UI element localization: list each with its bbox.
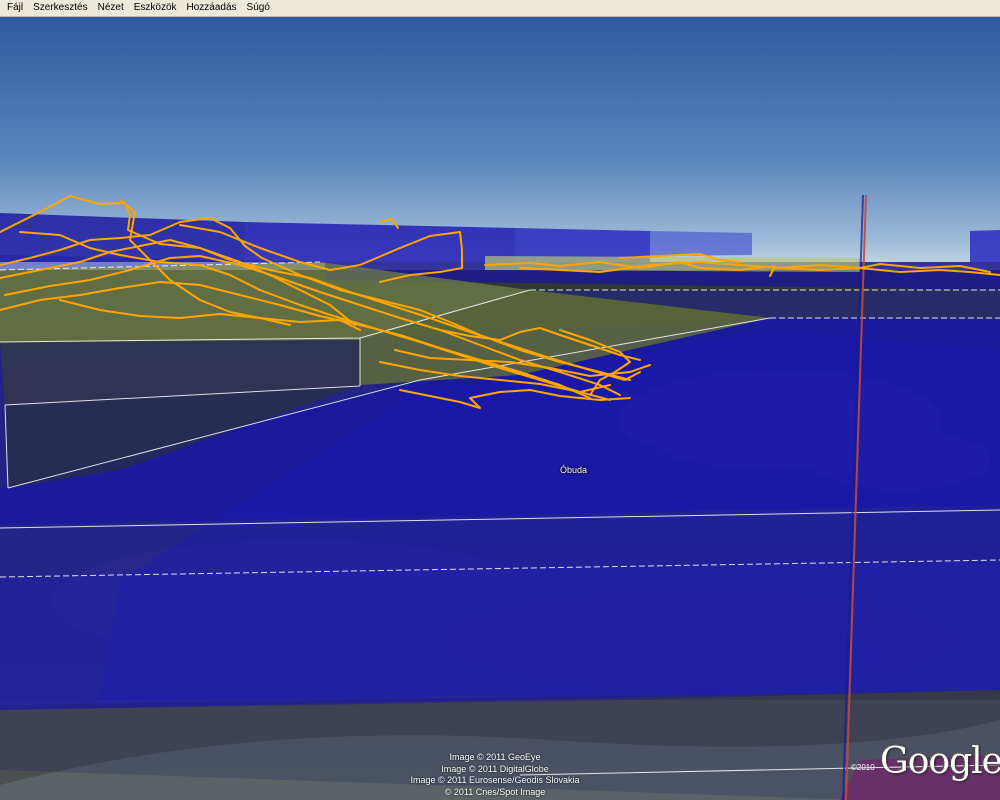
menu-edit[interactable]: Szerkesztés bbox=[29, 0, 91, 16]
credit-line: Image © 2011 Eurosense/Geodis Slovakia bbox=[410, 775, 580, 785]
credit-line: Image © 2011 GeoEye bbox=[449, 752, 541, 762]
map-viewport[interactable]: Óbuda bbox=[0, 17, 1000, 800]
place-label-obuda: Óbuda bbox=[560, 465, 588, 475]
menu-file[interactable]: Fájl bbox=[3, 0, 27, 16]
menu-view[interactable]: Nézet bbox=[94, 0, 128, 16]
copyright-year: ©2010 bbox=[851, 763, 875, 772]
map-scene[interactable] bbox=[0, 17, 1000, 800]
imagery-credits: Image © 2011 GeoEye Image © 2011 Digital… bbox=[380, 752, 610, 798]
menu-help[interactable]: Súgó bbox=[243, 0, 274, 16]
menu-bar: Fájl Szerkesztés Nézet Eszközök Hozzáadá… bbox=[0, 0, 1000, 17]
google-logo: Google bbox=[880, 741, 1000, 782]
menu-tools[interactable]: Eszközök bbox=[130, 0, 181, 16]
menu-add[interactable]: Hozzáadás bbox=[183, 0, 241, 16]
credit-line: Image © 2011 DigitalGlobe bbox=[441, 763, 549, 774]
credit-line: © 2011 Cnes/Spot Image bbox=[444, 786, 546, 797]
